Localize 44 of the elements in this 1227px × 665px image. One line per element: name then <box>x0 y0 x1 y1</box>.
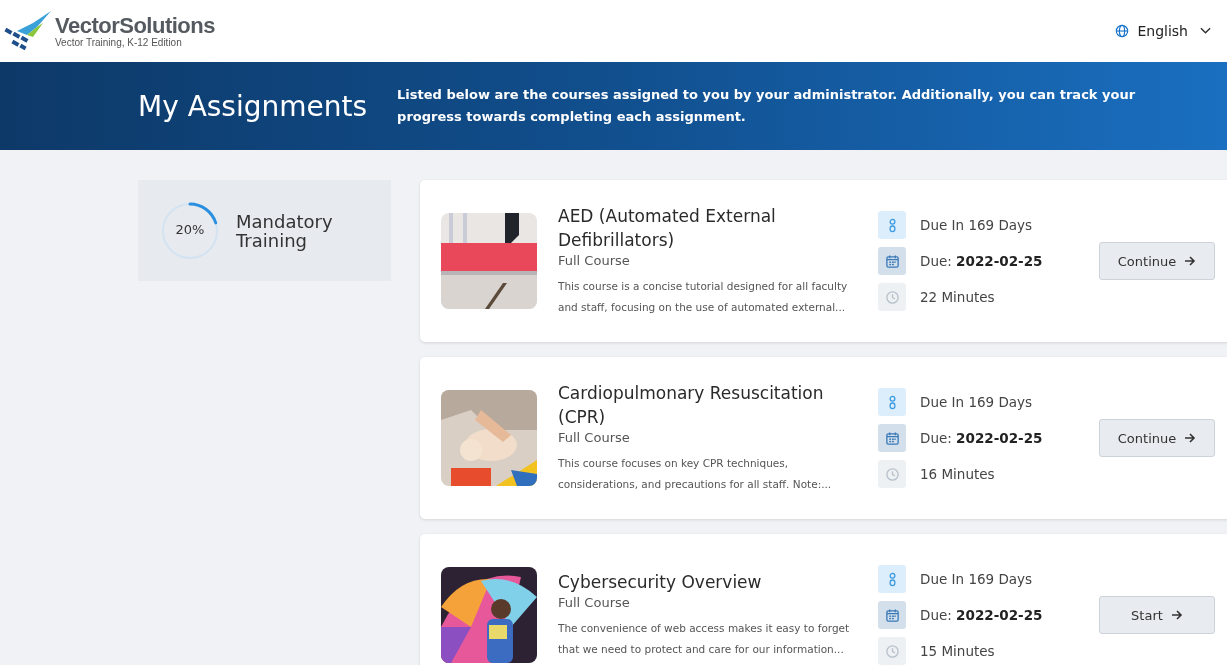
page-description: Listed below are the courses assigned to you by your administrator. Additionally, you can track your progress towards completing each assignment. <box>397 86 1137 126</box>
course-type: Full Course <box>558 253 631 268</box>
course-description: This course is a concise tutorial designed for all faculty and staff, focusing on the use of automated external... <box>558 279 849 315</box>
course-title[interactable]: AED (Automated External Defibrillators) <box>558 204 858 252</box>
course-duration: 16 Minutes <box>920 466 995 482</box>
language-selector[interactable]: English <box>1109 19 1217 43</box>
hourglass-icon <box>878 211 906 239</box>
due-countdown: Due In 169 Days <box>920 394 1033 410</box>
clock-icon <box>878 283 906 311</box>
progress-card[interactable]: 20% Mandatory Training <box>138 180 391 281</box>
course-duration: 15 Minutes <box>920 643 995 659</box>
hourglass-icon <box>878 388 906 416</box>
arrow-right-icon <box>1184 432 1197 444</box>
progress-ring: 20% <box>160 200 220 261</box>
calendar-icon <box>878 601 906 629</box>
course-duration: 22 Minutes <box>920 289 995 305</box>
due-date: Due: 2022-02-25 <box>920 253 1043 269</box>
course-description: The convenience of web access makes it easy to forget that we need to protect and care for our information... <box>558 621 851 657</box>
page-title: My Assignments <box>138 89 368 123</box>
course-type: Full Course <box>558 430 631 445</box>
course-action-button[interactable]: Continue <box>1099 242 1215 280</box>
due-countdown: Due In 169 Days <box>920 217 1033 233</box>
clock-icon <box>878 460 906 488</box>
course-title[interactable]: Cybersecurity Overview <box>558 570 858 594</box>
course-description: This course focuses on key CPR techniques, considerations, and precautions for all staff. Note:... <box>558 456 833 492</box>
brand-name: VectorSolutions <box>55 14 215 37</box>
due-date: Due: 2022-02-25 <box>920 607 1043 623</box>
clock-icon <box>878 637 906 665</box>
due-date: Due: 2022-02-25 <box>920 430 1043 446</box>
course-action-button[interactable]: Continue <box>1099 419 1215 457</box>
course-action-button[interactable]: Start <box>1099 596 1215 634</box>
due-countdown: Due In 169 Days <box>920 571 1033 587</box>
hourglass-icon <box>878 565 906 593</box>
globe-icon <box>1115 24 1130 38</box>
category-name: Mandatory Training <box>236 211 334 250</box>
arrow-right-icon <box>1184 255 1197 267</box>
course-title[interactable]: Cardiopulmonary Resuscitation (CPR) <box>558 381 858 429</box>
chevron-down-icon <box>1200 27 1211 35</box>
arrow-right-icon <box>1170 609 1183 621</box>
calendar-icon <box>878 247 906 275</box>
logo-icon <box>3 9 53 53</box>
course-type: Full Course <box>558 595 631 610</box>
calendar-icon <box>878 424 906 452</box>
edition-label: Vector Training, K-12 Edition <box>55 37 183 48</box>
